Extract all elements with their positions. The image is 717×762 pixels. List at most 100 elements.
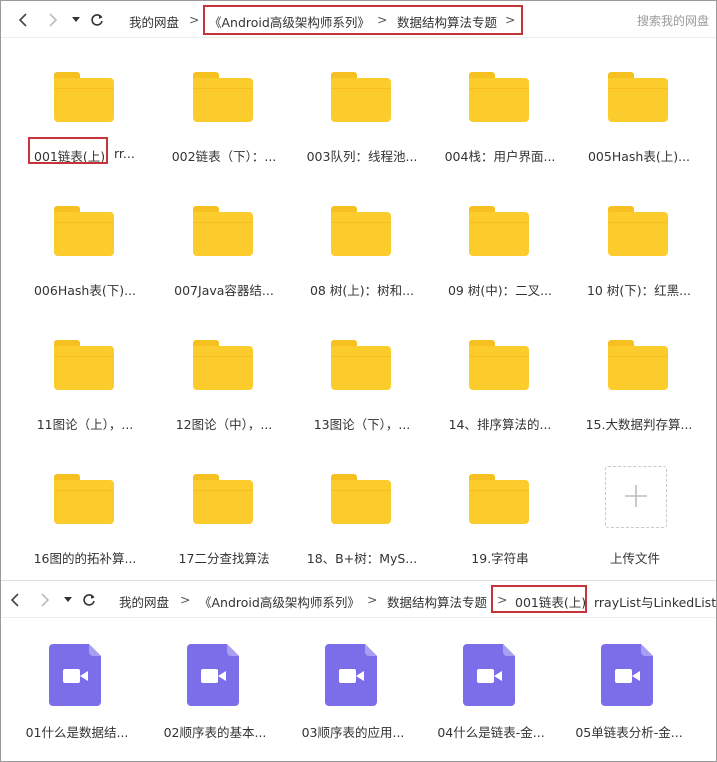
folder-icon [469,340,529,390]
breadcrumb-root[interactable]: 我的网盘 [129,12,179,31]
video-file-icon[interactable] [601,644,653,706]
folder-item[interactable]: 13图论（下），... [297,340,417,450]
back-button[interactable] [7,590,23,610]
folder-item[interactable]: 09 树(中)：二叉... [435,206,555,316]
folder-label: 10 树(下)：红黑... [586,283,692,298]
folder-icon [469,72,529,122]
folder-label: 17二分查找算法 [178,551,270,566]
folder-label: 002链表（下）：... [171,149,277,164]
plus-icon [622,482,650,513]
video-file-label: 01什么是数据结... [25,725,129,740]
highlight-box [28,137,108,164]
folder-label: 006Hash表(下)... [33,283,137,298]
video-file-label: 05单链表分析-金... [575,725,683,740]
history-dropdown-button[interactable] [62,590,74,610]
folder-icon [193,474,253,524]
folder-label: 007Java容器结... [174,283,274,298]
video-file-label: 04什么是链表-金... [437,725,545,740]
folder-item[interactable]: 11图论（上），... [20,340,140,450]
folder-icon [469,206,529,256]
folder-item[interactable]: 005Hash表(上)... [574,72,694,182]
upload-file-button[interactable]: 上传文件 [570,466,690,584]
folder-label: 005Hash表(上)... [587,149,691,164]
folder-label: 19.字符串 [471,551,529,566]
video-file-icon[interactable] [187,644,239,706]
history-dropdown-button[interactable] [70,10,82,30]
breadcrumb-overflow-text: rrayList与LinkedList源 [594,595,716,610]
folder-label: 09 树(中)：二叉... [447,283,553,298]
refresh-button[interactable] [89,10,105,30]
folder-item[interactable]: 003队列：线程池... [297,72,417,182]
folder-label: 13图论（下），... [313,417,411,432]
folder-label: 003队列：线程池... [306,149,418,164]
upload-box [605,466,667,528]
breadcrumb-root[interactable]: 我的网盘 [119,592,169,611]
folder-label: 08 树(上)：树和... [309,283,415,298]
folder-item[interactable]: 001链表(上) rr... [20,72,140,182]
folder-icon [54,72,114,122]
breadcrumb-separator: > [189,12,200,27]
video-file-icon[interactable] [463,644,515,706]
refresh-icon [82,593,96,607]
folder-item[interactable]: 15.大数据判存算... [574,340,694,450]
folder-icon [331,206,391,256]
folder-icon [331,474,391,524]
folder-label: 12图论（中），... [175,417,273,432]
folder-item[interactable]: 002链表（下）：... [159,72,279,182]
folder-label-overflow: rr... [114,146,135,161]
folder-icon [54,340,114,390]
forward-button[interactable] [45,10,61,30]
video-file-label: 02顺序表的基本... [163,725,267,740]
folder-item[interactable]: 004栈：用户界面... [435,72,555,182]
folder-item[interactable]: 14、排序算法的... [435,340,555,450]
folder-icon [54,206,114,256]
refresh-icon [90,13,104,27]
folder-item[interactable]: 17二分查找算法 [159,474,279,584]
video-file-icon[interactable] [49,644,101,706]
folder-icon [608,206,668,256]
folder-label: 004栈：用户界面... [444,149,556,164]
chevron-right-icon [48,13,58,27]
search-input[interactable]: 搜索我的网盘 [637,12,709,29]
folder-item[interactable]: 18、B+树：MyS... [297,474,417,584]
breadcrumb-separator: > [367,592,378,607]
highlight-box [491,585,587,613]
highlight-box [203,5,523,35]
caret-down-icon [72,17,80,23]
folder-item[interactable]: 08 树(上)：树和... [297,206,417,316]
chevron-right-icon [40,593,50,607]
folder-icon [331,72,391,122]
breadcrumb-separator: > [180,592,191,607]
chevron-left-icon [18,13,28,27]
folder-item[interactable]: 007Java容器结... [159,206,279,316]
folder-icon [469,474,529,524]
folder-label: 15.大数据判存算... [585,417,693,432]
forward-button[interactable] [37,590,53,610]
folder-item[interactable]: 006Hash表(下)... [20,206,140,316]
folder-item[interactable]: 19.字符串 [435,474,555,584]
breadcrumb-series[interactable]: 《Android高级架构师系列》 [199,592,360,611]
folder-icon [608,72,668,122]
bottom-navigation-bar: 我的网盘 > 《Android高级架构师系列》 > 数据结构算法专题 > 001… [1,580,716,618]
folder-item[interactable]: 12图论（中），... [159,340,279,450]
breadcrumb-topic[interactable]: 数据结构算法专题 [387,592,487,611]
folder-icon [193,206,253,256]
refresh-button[interactable] [81,590,97,610]
upload-label: 上传文件 [609,551,660,566]
folder-icon [331,340,391,390]
folder-label: 16图的的拓补算... [33,551,137,566]
folder-icon [54,474,114,524]
back-button[interactable] [15,10,31,30]
folder-icon [193,72,253,122]
video-file-label: 03顺序表的应用... [301,725,405,740]
folder-item[interactable]: 10 树(下)：红黑... [574,206,694,316]
top-navigation-bar: 我的网盘 > 《Android高级架构师系列》 > 数据结构算法专题 > 搜索我… [1,2,716,38]
folder-label: 18、B+树：MyS... [306,551,418,566]
caret-down-icon [64,597,72,603]
video-file-icon[interactable] [325,644,377,706]
folder-icon [608,340,668,390]
folder-item[interactable]: 16图的的拓补算... [20,474,140,584]
chevron-left-icon [10,593,20,607]
folder-icon [193,340,253,390]
folder-label: 11图论（上），... [36,417,134,432]
